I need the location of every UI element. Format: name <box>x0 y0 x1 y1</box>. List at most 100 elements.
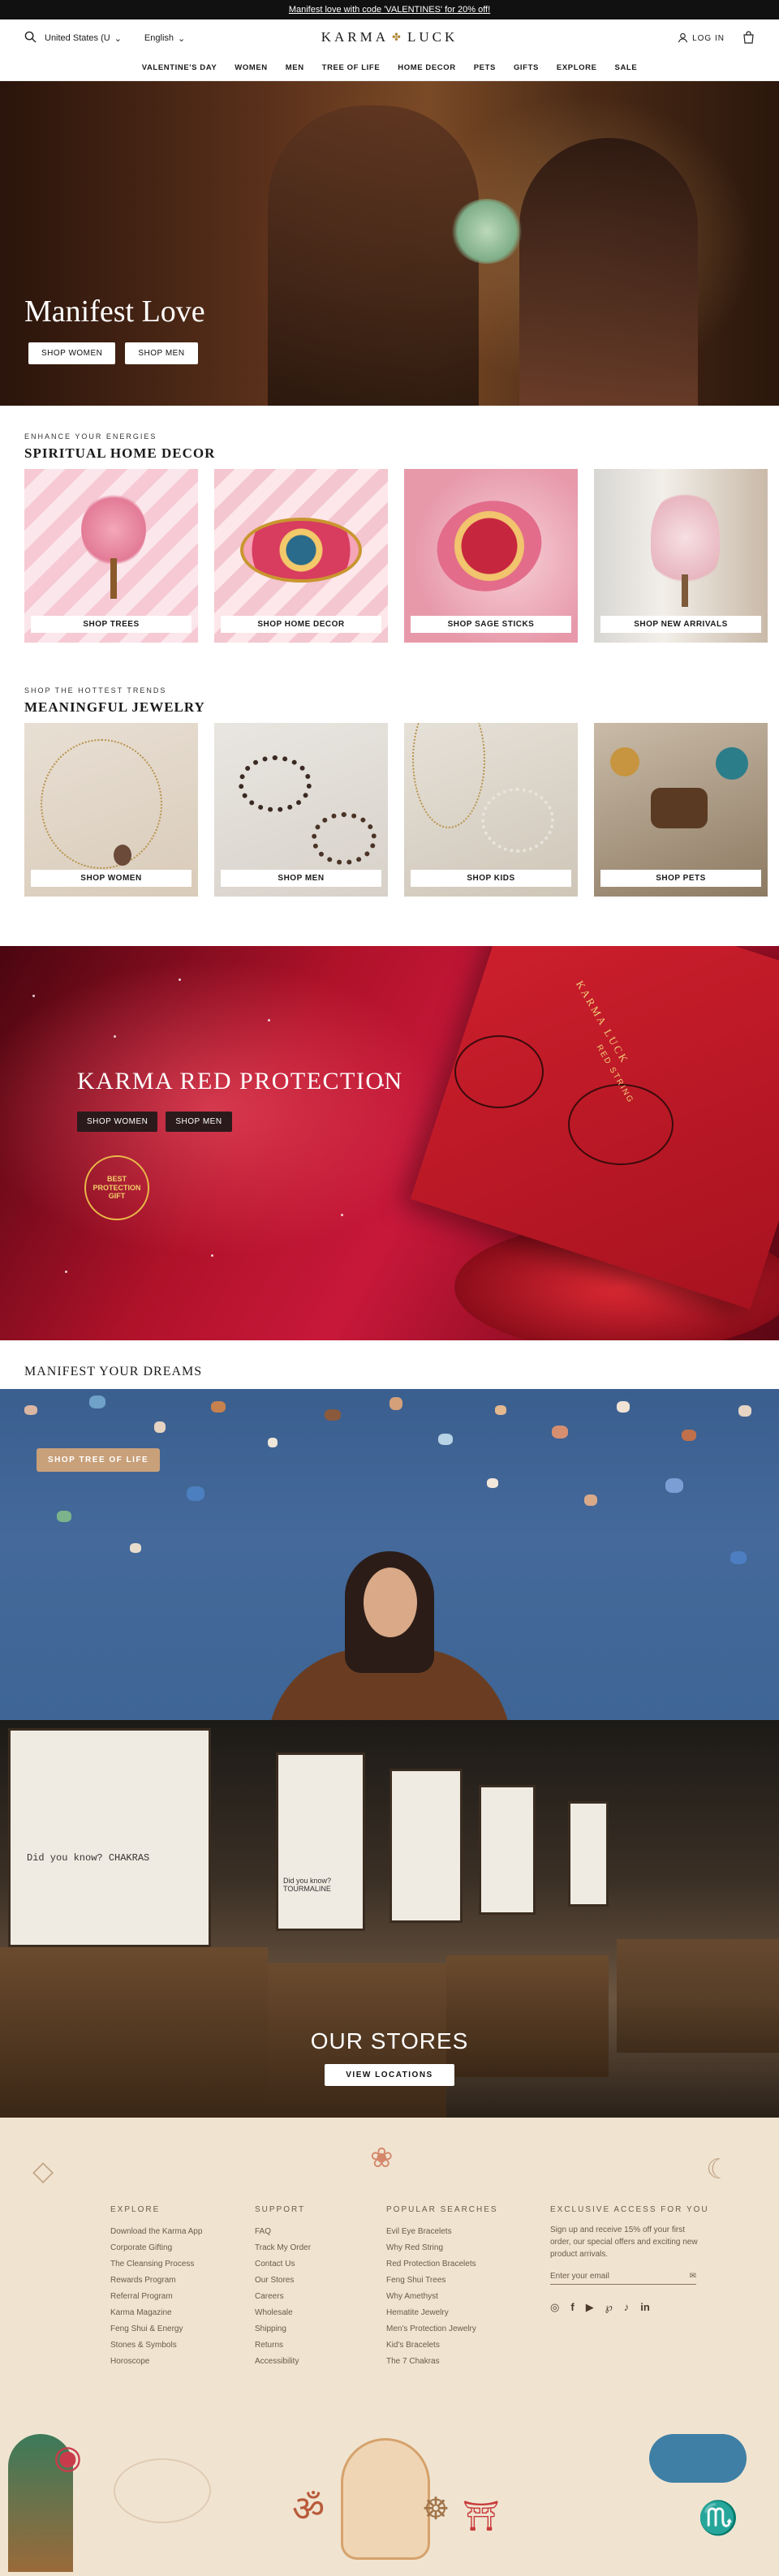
social-links: ◎ f ▶ ℘ ♪ in <box>550 2301 709 2314</box>
footer-link[interactable]: Our Stores <box>255 2273 311 2289</box>
login-link[interactable]: LOG IN <box>678 32 725 45</box>
footer-link[interactable]: Contact Us <box>255 2256 311 2273</box>
footer-link[interactable]: Accessibility <box>255 2354 311 2370</box>
footer-link[interactable]: Hematite Jewelry <box>386 2305 498 2321</box>
red-protection-banner: KARMA LUCK RED STRING KARMA RED PROTECTI… <box>0 946 779 1340</box>
footer-link[interactable]: Karma Magazine <box>110 2305 202 2321</box>
necklace-image <box>412 723 485 828</box>
nav-item-explore[interactable]: EXPLORE <box>557 63 597 72</box>
footer-link[interactable]: Why Amethyst <box>386 2289 498 2305</box>
footer-popular-heading: POPULAR SEARCHES <box>386 2205 498 2214</box>
decor-tile-trees[interactable]: SHOP TREES <box>24 469 198 643</box>
tile-label[interactable]: SHOP PETS <box>600 870 761 887</box>
footer-link[interactable]: Stones & Symbols <box>110 2337 202 2354</box>
footer-link[interactable]: Men's Protection Jewelry <box>386 2321 498 2337</box>
jewelry-tile-kids[interactable]: SHOP KIDS <box>404 723 578 897</box>
language-selector[interactable]: English ⌄ <box>144 33 185 44</box>
footer-link[interactable]: The Cleansing Process <box>110 2256 202 2273</box>
footer-link[interactable]: Horoscope <box>110 2354 202 2370</box>
jewelry-tile-pets[interactable]: SHOP PETS <box>594 723 768 897</box>
red-shop-men-button[interactable]: SHOP MEN <box>166 1112 232 1132</box>
footer-link[interactable]: Feng Shui Trees <box>386 2273 498 2289</box>
decor-tile-new-arrivals[interactable]: SHOP NEW ARRIVALS <box>594 469 768 643</box>
footer-link[interactable]: FAQ <box>255 2224 311 2240</box>
tiktok-icon[interactable]: ♪ <box>624 2301 630 2314</box>
footer-link[interactable]: Corporate Gifting <box>110 2240 202 2256</box>
jewelry-tile-women[interactable]: SHOP WOMEN <box>24 723 198 897</box>
pet-tag-image <box>651 788 708 828</box>
nav-item-women[interactable]: WOMEN <box>235 63 267 72</box>
mail-icon[interactable]: ✉ <box>690 2272 696 2281</box>
footer-link[interactable]: Track My Order <box>255 2240 311 2256</box>
newsletter-text: Sign up and receive 15% off your first o… <box>550 2226 698 2259</box>
cart-icon[interactable] <box>742 31 755 46</box>
stone <box>617 1401 630 1413</box>
country-selector[interactable]: United States (U ⌄ <box>45 33 122 44</box>
star <box>114 1035 116 1038</box>
nav-item-sale[interactable]: SALE <box>615 63 638 72</box>
nav-item-tree-of-life[interactable]: TREE OF LIFE <box>322 63 381 72</box>
stone <box>325 1409 341 1421</box>
jewelry-eyebrow: SHOP THE HOTTEST TRENDS <box>24 686 167 695</box>
youtube-icon[interactable]: ▶ <box>586 2301 594 2314</box>
tile-label[interactable]: SHOP TREES <box>31 616 192 633</box>
tree-trunk <box>110 558 117 599</box>
red-buttons: SHOP WOMEN SHOP MEN <box>77 1112 232 1132</box>
footer-link[interactable]: Red Protection Bracelets <box>386 2256 498 2273</box>
red-shop-women-button[interactable]: SHOP WOMEN <box>77 1112 158 1132</box>
star <box>32 995 35 997</box>
instagram-icon[interactable]: ◎ <box>550 2301 559 2314</box>
nav-item-men[interactable]: MEN <box>286 63 304 72</box>
footer-link[interactable]: Kid's Bracelets <box>386 2337 498 2354</box>
pearl-bracelet-image <box>481 788 554 853</box>
announcement-bar[interactable]: Manifest love with code 'VALENTINES' for… <box>0 0 779 19</box>
nav-item-home-decor[interactable]: HOME DECOR <box>398 63 455 72</box>
facebook-icon[interactable]: f <box>570 2301 574 2314</box>
footer-link[interactable]: Evil Eye Bracelets <box>386 2224 498 2240</box>
jewelry-tile-men[interactable]: SHOP MEN <box>214 723 388 897</box>
stone <box>57 1511 71 1522</box>
decor-tile-home-decor[interactable]: SHOP HOME DECOR <box>214 469 388 643</box>
red-string-bracelet-image <box>454 1035 544 1108</box>
pinterest-icon[interactable]: ℘ <box>605 2301 613 2314</box>
nav-item-pets[interactable]: PETS <box>474 63 496 72</box>
nav-item-gifts[interactable]: GIFTS <box>514 63 539 72</box>
footer-link[interactable]: Wholesale <box>255 2305 311 2321</box>
footer-link[interactable]: Feng Shui & Energy <box>110 2321 202 2337</box>
tile-label[interactable]: SHOP WOMEN <box>31 870 192 887</box>
email-field[interactable]: Enter your email ✉ <box>550 2272 696 2285</box>
ring-image <box>610 747 639 776</box>
red-string-bracelet-image <box>568 1084 674 1165</box>
nav-item-valentines-day[interactable]: VALENTINE'S DAY <box>142 63 217 72</box>
tile-label[interactable]: SHOP MEN <box>221 870 381 887</box>
view-locations-button[interactable]: VIEW LOCATIONS <box>325 2064 454 2086</box>
footer-link[interactable]: Rewards Program <box>110 2273 202 2289</box>
footer-link[interactable]: Download the Karma App <box>110 2224 202 2240</box>
linkedin-icon[interactable]: in <box>640 2301 650 2314</box>
hero-banner: Manifest Love SHOP WOMEN SHOP MEN <box>0 81 779 406</box>
hero-shop-women-button[interactable]: SHOP WOMEN <box>28 342 116 364</box>
hero-shop-men-button[interactable]: SHOP MEN <box>125 342 198 364</box>
evil-eye-icon: ◉ <box>54 2440 82 2475</box>
tile-label[interactable]: SHOP HOME DECOR <box>221 616 381 633</box>
stone <box>89 1396 105 1408</box>
tile-label[interactable]: SHOP SAGE STICKS <box>411 616 571 633</box>
evil-eye-tray-image <box>240 518 362 583</box>
logo[interactable]: KARMA ✤ LUCK <box>321 29 458 45</box>
tile-label[interactable]: SHOP KIDS <box>411 870 571 887</box>
footer-link[interactable]: Why Red String <box>386 2240 498 2256</box>
bracelet-image <box>239 755 312 812</box>
footer-link[interactable]: Shipping <box>255 2321 311 2337</box>
hero-buttons: SHOP WOMEN SHOP MEN <box>28 342 198 364</box>
footer-link[interactable]: Careers <box>255 2289 311 2305</box>
footer-link[interactable]: Referral Program <box>110 2289 202 2305</box>
decor-tile-sage-sticks[interactable]: SHOP SAGE STICKS <box>404 469 578 643</box>
search-icon[interactable] <box>24 31 37 45</box>
footer-link[interactable]: Returns <box>255 2337 311 2354</box>
tile-label[interactable]: SHOP NEW ARRIVALS <box>600 616 761 633</box>
stone <box>438 1434 453 1445</box>
cloud-illustration <box>114 2458 211 2523</box>
footer-link[interactable]: The 7 Chakras <box>386 2354 498 2370</box>
shop-tree-of-life-button[interactable]: SHOP TREE OF LIFE <box>37 1448 161 1472</box>
language-label: English <box>144 33 174 43</box>
